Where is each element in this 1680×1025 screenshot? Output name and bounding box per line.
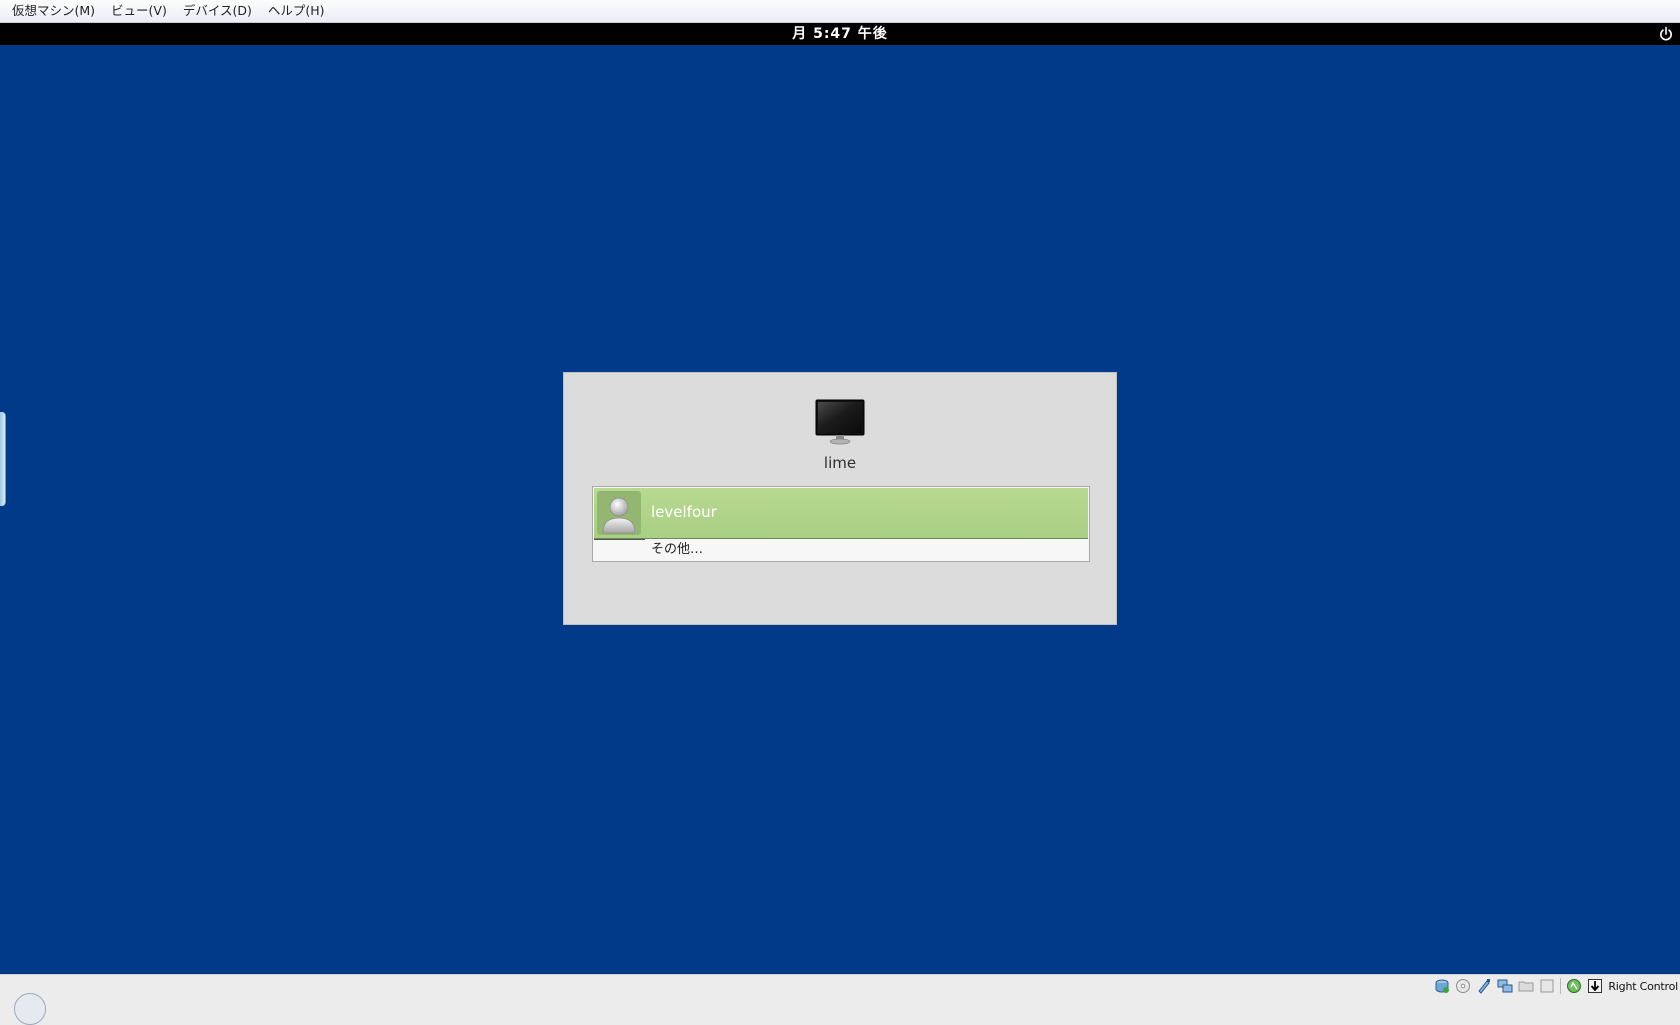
top-panel: 月 5:47 午後 (0, 23, 1680, 45)
user-avatar-icon (597, 491, 641, 535)
status-icons: Right Control (1434, 977, 1680, 995)
vm-statusbar: Right Control (0, 974, 1680, 1025)
guest-screen: 月 5:47 午後 lime levelfour その他… (0, 23, 1680, 974)
virtualization-icon[interactable] (1566, 978, 1582, 994)
left-edge-tab[interactable] (0, 412, 6, 506)
user-list: levelfour その他… (592, 486, 1090, 562)
menu-machine[interactable]: 仮想マシン(M) (4, 0, 103, 22)
menu-help[interactable]: ヘルプ(H) (260, 0, 333, 22)
panel-clock[interactable]: 月 5:47 午後 (0, 23, 1680, 45)
network-icon[interactable] (1497, 978, 1513, 994)
computer-monitor-icon (815, 399, 865, 445)
user-row-levelfour[interactable]: levelfour (594, 488, 1088, 539)
status-left-indicator (14, 993, 46, 1025)
display-icon[interactable] (1539, 978, 1555, 994)
power-icon[interactable] (1658, 26, 1674, 42)
menu-view[interactable]: ビュー(V) (103, 0, 175, 22)
login-dialog: lime levelfour その他… (563, 372, 1117, 625)
hard-disk-icon[interactable] (1434, 978, 1450, 994)
host-key-label: Right Control (1608, 979, 1678, 993)
user-name: levelfour (651, 503, 717, 521)
mouse-integration-icon[interactable] (1587, 978, 1603, 994)
row-separator (594, 539, 645, 540)
menu-devices[interactable]: デバイス(D) (175, 0, 260, 22)
vm-menubar: 仮想マシン(M) ビュー(V) デバイス(D) ヘルプ(H) (0, 0, 1680, 23)
shared-folder-icon[interactable] (1518, 978, 1534, 994)
hostname: lime (823, 454, 857, 472)
other-user-label: その他… (651, 542, 704, 557)
user-silhouette-icon (602, 497, 636, 534)
other-user-row[interactable]: その他… (594, 539, 1088, 561)
status-separator (1560, 978, 1562, 994)
usb-icon[interactable] (1476, 978, 1492, 994)
optical-drive-icon[interactable] (1455, 978, 1471, 994)
